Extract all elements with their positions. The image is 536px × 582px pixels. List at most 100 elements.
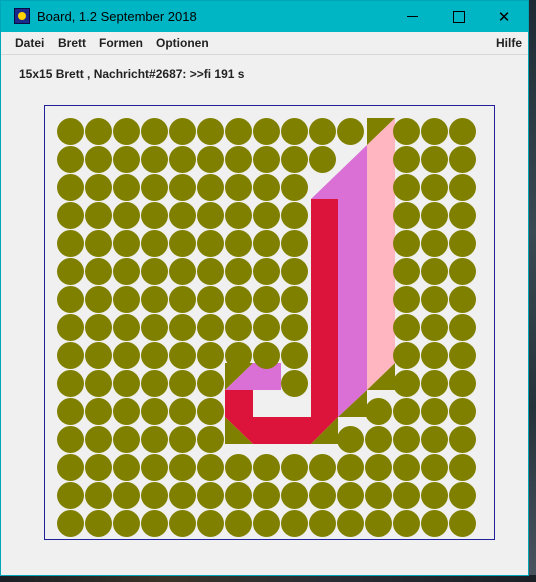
board-cell[interactable] [281,174,308,201]
board-cell[interactable] [113,482,140,509]
board-cell[interactable] [365,398,392,425]
board-cell[interactable] [113,286,140,313]
board-cell[interactable] [281,454,308,481]
board-cell[interactable] [57,202,84,229]
board-cell[interactable] [57,342,84,369]
board-cell[interactable] [141,342,168,369]
board-cell[interactable] [281,482,308,509]
board-cell[interactable] [365,482,392,509]
board-cell[interactable] [57,510,84,537]
board-cell[interactable] [225,174,252,201]
board-cell[interactable] [421,146,448,173]
board-cell[interactable] [449,230,476,257]
board-cell[interactable] [365,454,392,481]
board-cell[interactable] [85,370,112,397]
board-cell[interactable] [57,258,84,285]
board-cell[interactable] [57,118,84,145]
board-cell[interactable] [449,426,476,453]
board-cell[interactable] [141,510,168,537]
board-cell[interactable] [85,426,112,453]
board-cell[interactable] [281,370,308,397]
board-cell[interactable] [57,426,84,453]
board-cell[interactable] [393,146,420,173]
board-cell[interactable] [393,230,420,257]
board-cell[interactable] [85,118,112,145]
board-cell[interactable] [309,454,336,481]
board-cell[interactable] [57,398,84,425]
board-cell[interactable] [85,174,112,201]
board-cell[interactable] [85,342,112,369]
board-cell[interactable] [169,118,196,145]
board-cell[interactable] [225,146,252,173]
board-cell[interactable] [169,454,196,481]
board-cell[interactable] [169,286,196,313]
board-cell[interactable] [281,314,308,341]
board-cell[interactable] [197,370,224,397]
board-cell[interactable] [141,118,168,145]
board-cell[interactable] [113,314,140,341]
board-cell[interactable] [253,174,280,201]
board-cell[interactable] [197,174,224,201]
board-cell[interactable] [421,398,448,425]
board-cell[interactable] [141,482,168,509]
board-cell[interactable] [393,398,420,425]
board-cell[interactable] [421,230,448,257]
board-cell[interactable] [393,370,420,397]
board-cell[interactable] [225,118,252,145]
board-cell[interactable] [365,510,392,537]
board-cell[interactable] [449,174,476,201]
board-cell[interactable] [337,118,364,145]
board-cell[interactable] [449,258,476,285]
board-cell[interactable] [449,510,476,537]
board-cell[interactable] [449,314,476,341]
board-cell[interactable] [57,230,84,257]
board-cell[interactable] [337,510,364,537]
board-cell[interactable] [113,146,140,173]
board-cell[interactable] [197,258,224,285]
board-cell[interactable] [85,258,112,285]
board-cell[interactable] [113,426,140,453]
board-cell[interactable] [253,454,280,481]
board-cell[interactable] [113,342,140,369]
board-cell[interactable] [253,202,280,229]
board-cell[interactable] [393,482,420,509]
board-cell[interactable] [197,146,224,173]
board-cell[interactable] [57,174,84,201]
board-cell[interactable] [113,510,140,537]
board-cell[interactable] [253,146,280,173]
board-cell[interactable] [281,342,308,369]
board-cell[interactable] [449,286,476,313]
board-cell[interactable] [141,174,168,201]
board-cell[interactable] [57,454,84,481]
board-cell[interactable] [197,510,224,537]
board-cell[interactable] [85,398,112,425]
board-cell[interactable] [309,482,336,509]
board-cell[interactable] [169,258,196,285]
board-cell[interactable] [225,314,252,341]
board-cell[interactable] [197,398,224,425]
board-cell[interactable] [169,174,196,201]
board-cell[interactable] [421,454,448,481]
board-cell[interactable] [253,258,280,285]
board-cell[interactable] [253,118,280,145]
board-cell[interactable] [225,258,252,285]
board-cell[interactable] [253,286,280,313]
board-cell[interactable] [449,454,476,481]
board-cell[interactable] [197,482,224,509]
board-cell[interactable] [113,258,140,285]
board-cell[interactable] [449,370,476,397]
board-cell[interactable] [449,398,476,425]
board-cell[interactable] [421,426,448,453]
board-cell[interactable] [225,230,252,257]
board-cell[interactable] [141,286,168,313]
board-cell[interactable] [337,482,364,509]
board-cell[interactable] [421,258,448,285]
board-cell[interactable] [421,482,448,509]
board-cell[interactable] [169,482,196,509]
board-cell[interactable] [225,286,252,313]
board-cell[interactable] [85,454,112,481]
board-cell[interactable] [85,146,112,173]
board-cell[interactable] [141,230,168,257]
board-cell[interactable] [169,510,196,537]
board-cell[interactable] [337,454,364,481]
